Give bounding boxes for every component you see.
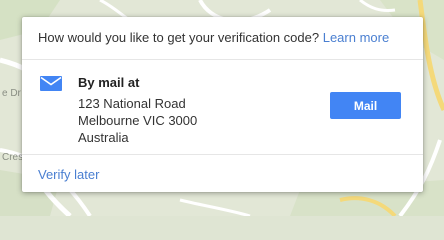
divider bbox=[22, 154, 423, 155]
map-street-label: Cres bbox=[2, 152, 24, 163]
verify-later-link[interactable]: Verify later bbox=[38, 167, 99, 182]
address-line: 123 National Road bbox=[78, 96, 186, 111]
verification-question: How would you like to get your verificat… bbox=[38, 30, 389, 45]
map-street-label: e Dr bbox=[2, 88, 21, 99]
method-title: By mail at bbox=[78, 75, 140, 90]
address-line: Melbourne VIC 3000 bbox=[78, 113, 198, 128]
learn-more-link[interactable]: Learn more bbox=[323, 30, 389, 45]
address-line: Australia bbox=[78, 130, 129, 145]
verification-dialog: How would you like to get your verificat… bbox=[22, 17, 423, 192]
mail-icon bbox=[40, 76, 62, 91]
question-text: How would you like to get your verificat… bbox=[38, 30, 320, 45]
divider bbox=[22, 59, 423, 60]
mail-button[interactable]: Mail bbox=[330, 92, 401, 119]
